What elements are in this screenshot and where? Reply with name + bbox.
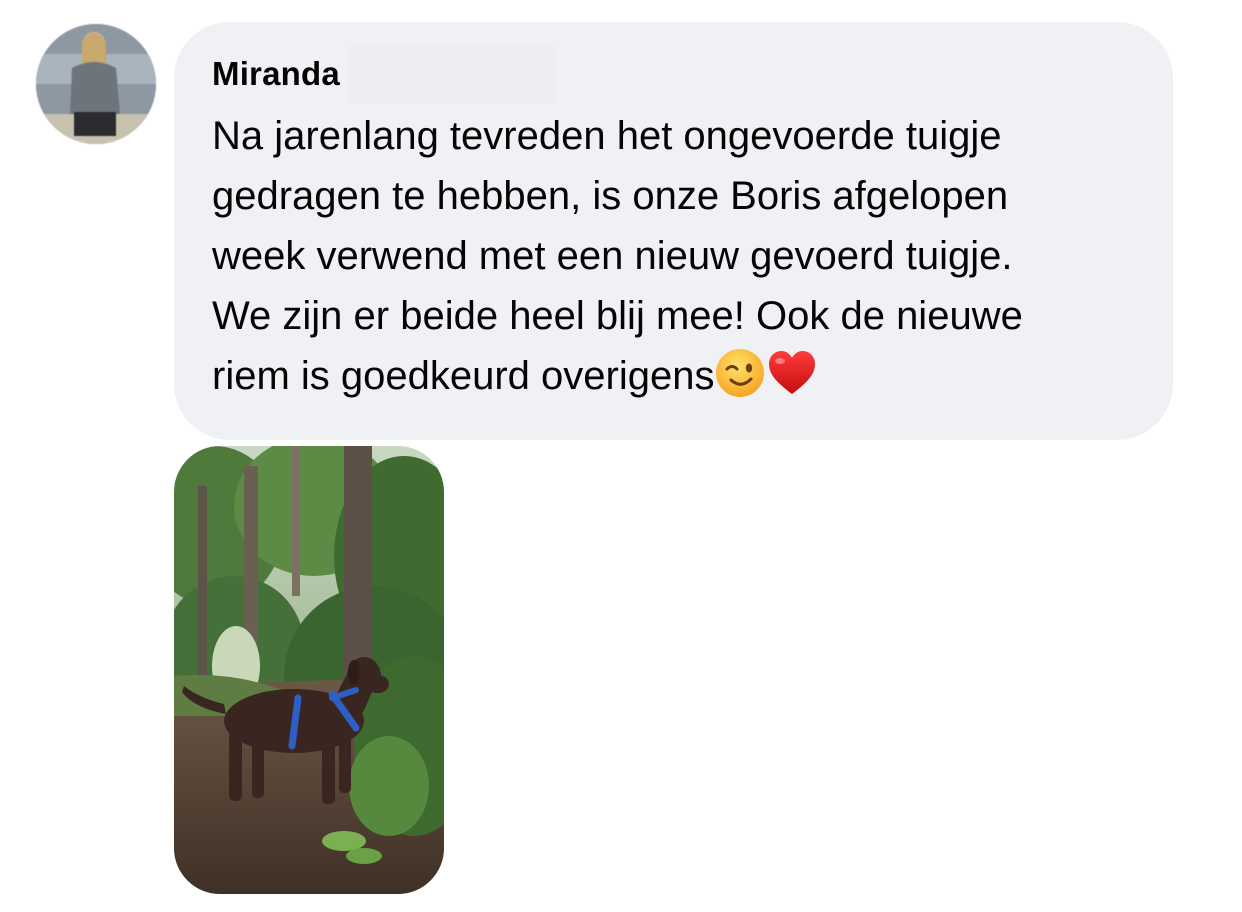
redacted-name-area	[347, 45, 556, 103]
author-name[interactable]: Miranda	[212, 55, 340, 93]
message-line: We zijn er beide heel blij mee! Ook de n…	[212, 294, 1023, 338]
comment-bubble: Miranda Na jarenlang tevreden het ongevo…	[174, 22, 1173, 440]
message-line: riem is goedkeurd overigens	[212, 354, 715, 398]
comment-message: Na jarenlang tevreden het ongevoerde tui…	[212, 106, 1143, 406]
author-avatar[interactable]	[36, 24, 156, 144]
red-heart-icon	[769, 351, 816, 394]
message-line: Na jarenlang tevreden het ongevoerde tui…	[212, 114, 1002, 158]
winking-face-icon	[716, 349, 765, 397]
message-line: gedragen te hebben, is onze Boris afgelo…	[212, 174, 1009, 218]
avatar-photo	[36, 24, 156, 144]
attached-photo[interactable]	[174, 446, 444, 894]
message-line: week verwend met een nieuw gevoerd tuigj…	[212, 234, 1013, 278]
dog-in-forest-photo	[174, 446, 444, 894]
